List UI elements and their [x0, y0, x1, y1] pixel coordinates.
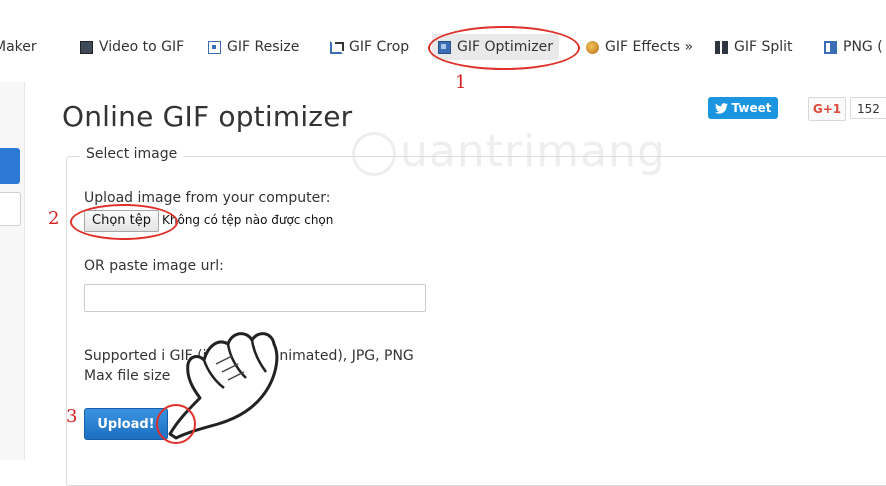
annotation-number-2: 2: [48, 208, 60, 229]
nav-item-label: Video to GIF: [99, 39, 185, 55]
image-url-input[interactable]: [84, 284, 426, 312]
effects-icon: [586, 40, 599, 54]
nav-item-label: GIF Resize: [227, 39, 300, 55]
gplus-button[interactable]: G+1: [808, 97, 846, 121]
nav-item-label: GIF Split: [734, 39, 793, 55]
twitter-bird-icon: [714, 102, 728, 114]
film-icon: [80, 40, 93, 54]
nav-item-label: GIF Effects »: [605, 39, 694, 55]
nav-item-label: GIF Crop: [349, 39, 410, 55]
nav-item-gif-resize[interactable]: GIF Resize: [208, 34, 299, 60]
nav-item-video-to-gif[interactable]: Video to GIF: [80, 34, 184, 60]
nav-item-label: Maker: [0, 39, 37, 55]
sidebar-tab-active[interactable]: [0, 148, 20, 184]
annotation-ellipse-1: [428, 26, 580, 70]
gplus-count: 152: [850, 97, 886, 119]
nav-item-gif-split[interactable]: GIF Split: [715, 34, 793, 60]
nav-item-maker[interactable]: Maker: [0, 34, 37, 60]
nav-item-gif-crop[interactable]: GIF Crop: [330, 34, 409, 60]
url-label: OR paste image url:: [84, 258, 224, 274]
tweet-label: Tweet: [731, 101, 772, 115]
sidebar-tab[interactable]: [0, 192, 21, 226]
nav-item-png[interactable]: PNG (: [824, 34, 883, 60]
file-status-text: Không có tệp nào được chọn: [162, 213, 334, 227]
annotation-number-3: 3: [66, 406, 78, 427]
annotation-ellipse-3: [156, 404, 196, 444]
sidebar: [0, 82, 25, 460]
annotation-number-1: 1: [455, 72, 467, 93]
split-icon: [715, 39, 728, 55]
nav-item-gif-effects[interactable]: GIF Effects »: [586, 34, 693, 60]
fieldset-legend: Select image: [80, 146, 184, 162]
tweet-button[interactable]: Tweet: [708, 97, 778, 119]
nav-item-label: PNG (: [843, 39, 883, 55]
crop-icon: [330, 40, 344, 54]
png-icon: [824, 40, 837, 54]
resize-icon: [208, 40, 221, 54]
page-title: Online GIF optimizer: [62, 100, 353, 133]
annotation-ellipse-2: [70, 204, 178, 240]
